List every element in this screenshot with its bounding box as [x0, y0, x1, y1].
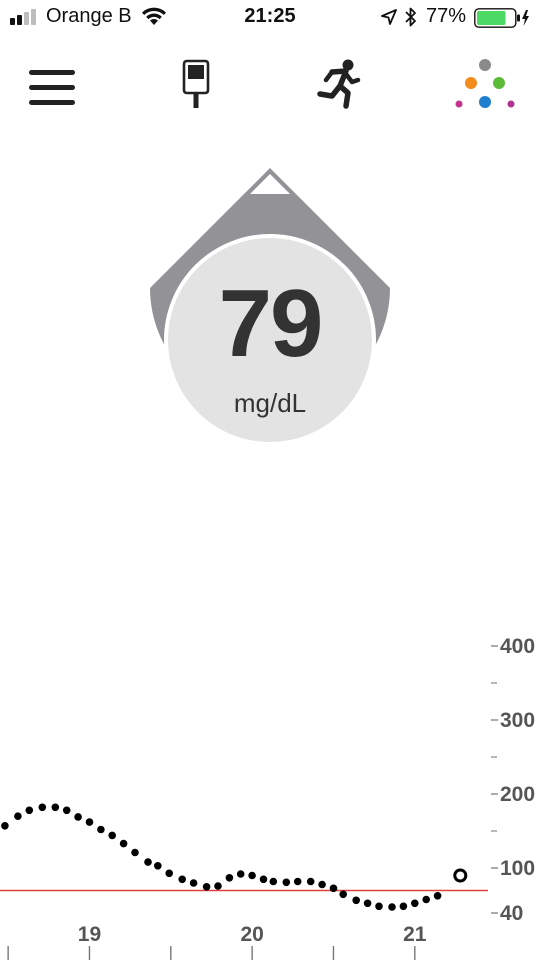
wifi-icon: [142, 7, 166, 25]
glucose-point: [189, 879, 198, 887]
x-tick-label: 19: [78, 923, 101, 946]
glucose-point: [248, 871, 256, 880]
glucose-point: [329, 884, 338, 893]
y-tick-label: 200: [500, 783, 535, 806]
glucose-point: [259, 875, 268, 884]
battery-icon: [474, 8, 529, 28]
glucose-point: [411, 899, 419, 908]
location-arrow-icon: [381, 9, 397, 25]
glucose-unit: mg/dL: [233, 388, 307, 418]
running-person-icon: [317, 59, 361, 109]
glucose-point: [422, 895, 431, 904]
glucose-point: [282, 878, 291, 887]
glucose-point: [225, 874, 234, 882]
y-tick-label: 400: [500, 635, 535, 658]
event-dot: [455, 100, 463, 108]
glucose-point: [51, 803, 60, 812]
glucose-point: [433, 892, 442, 900]
glucose-point: [165, 869, 173, 878]
glucose-point: [293, 877, 302, 886]
glucose-value: 79: [218, 270, 324, 377]
glucose-point: [375, 902, 383, 911]
activity-button[interactable]: [310, 44, 366, 124]
glucose-point: [388, 903, 396, 911]
glucose-point: [214, 882, 222, 890]
glucose-point: [154, 862, 162, 870]
glucose-point: [97, 825, 105, 834]
meter-button[interactable]: [168, 44, 224, 124]
glucose-point: [339, 890, 348, 899]
glucose-point: [62, 806, 71, 815]
hamburger-menu-icon: [29, 70, 75, 105]
x-tick-label: 20: [240, 923, 263, 946]
event-dot: [479, 96, 491, 108]
y-tick-label: 40: [500, 902, 523, 925]
menu-button[interactable]: [20, 44, 84, 124]
event-dot: [479, 59, 491, 71]
glucose-point: [14, 812, 22, 820]
carrier-name: Orange B: [46, 5, 132, 27]
battery-percent: 77%: [426, 5, 467, 27]
glucose-point: [236, 870, 245, 878]
status-bar: Orange B 21:25 77%: [0, 0, 540, 34]
current-reading-point[interactable]: [453, 868, 468, 883]
glucose-point: [144, 858, 152, 866]
glucose-point: [306, 877, 315, 886]
toolbar: [0, 44, 540, 124]
y-tick-label: 300: [500, 709, 535, 732]
event-dot: [507, 100, 515, 108]
glucose-point: [178, 875, 186, 884]
glucose-meter-icon: [182, 59, 210, 108]
glucose-point: [269, 877, 278, 886]
event-dot: [465, 77, 477, 89]
signal-icon: [10, 9, 36, 25]
colored-dots-icon: [455, 59, 515, 108]
glucose-point: [74, 813, 82, 821]
glucose-point: [131, 848, 139, 857]
glucose-point: [119, 839, 128, 848]
glucose-point: [25, 806, 34, 815]
charging-bolt-icon: [522, 10, 529, 26]
event-dot: [493, 77, 505, 89]
glucose-point: [399, 902, 408, 911]
glucose-point: [38, 803, 47, 812]
clock-time: 21:25: [244, 5, 296, 27]
glucose-point: [1, 822, 9, 830]
events-button[interactable]: [450, 44, 520, 124]
glucose-point: [108, 831, 116, 840]
bluetooth-icon: [405, 7, 416, 27]
glucose-history-chart[interactable]: 400 300 200 100 40 19 20 21: [0, 620, 540, 960]
y-tick-label: 100: [500, 857, 535, 880]
glucose-point: [85, 818, 94, 826]
x-tick-label: 21: [403, 923, 427, 946]
glucose-point: [202, 883, 211, 891]
glucose-point: [363, 899, 372, 908]
glucose-point: [352, 896, 361, 905]
glucose-point: [318, 880, 326, 889]
